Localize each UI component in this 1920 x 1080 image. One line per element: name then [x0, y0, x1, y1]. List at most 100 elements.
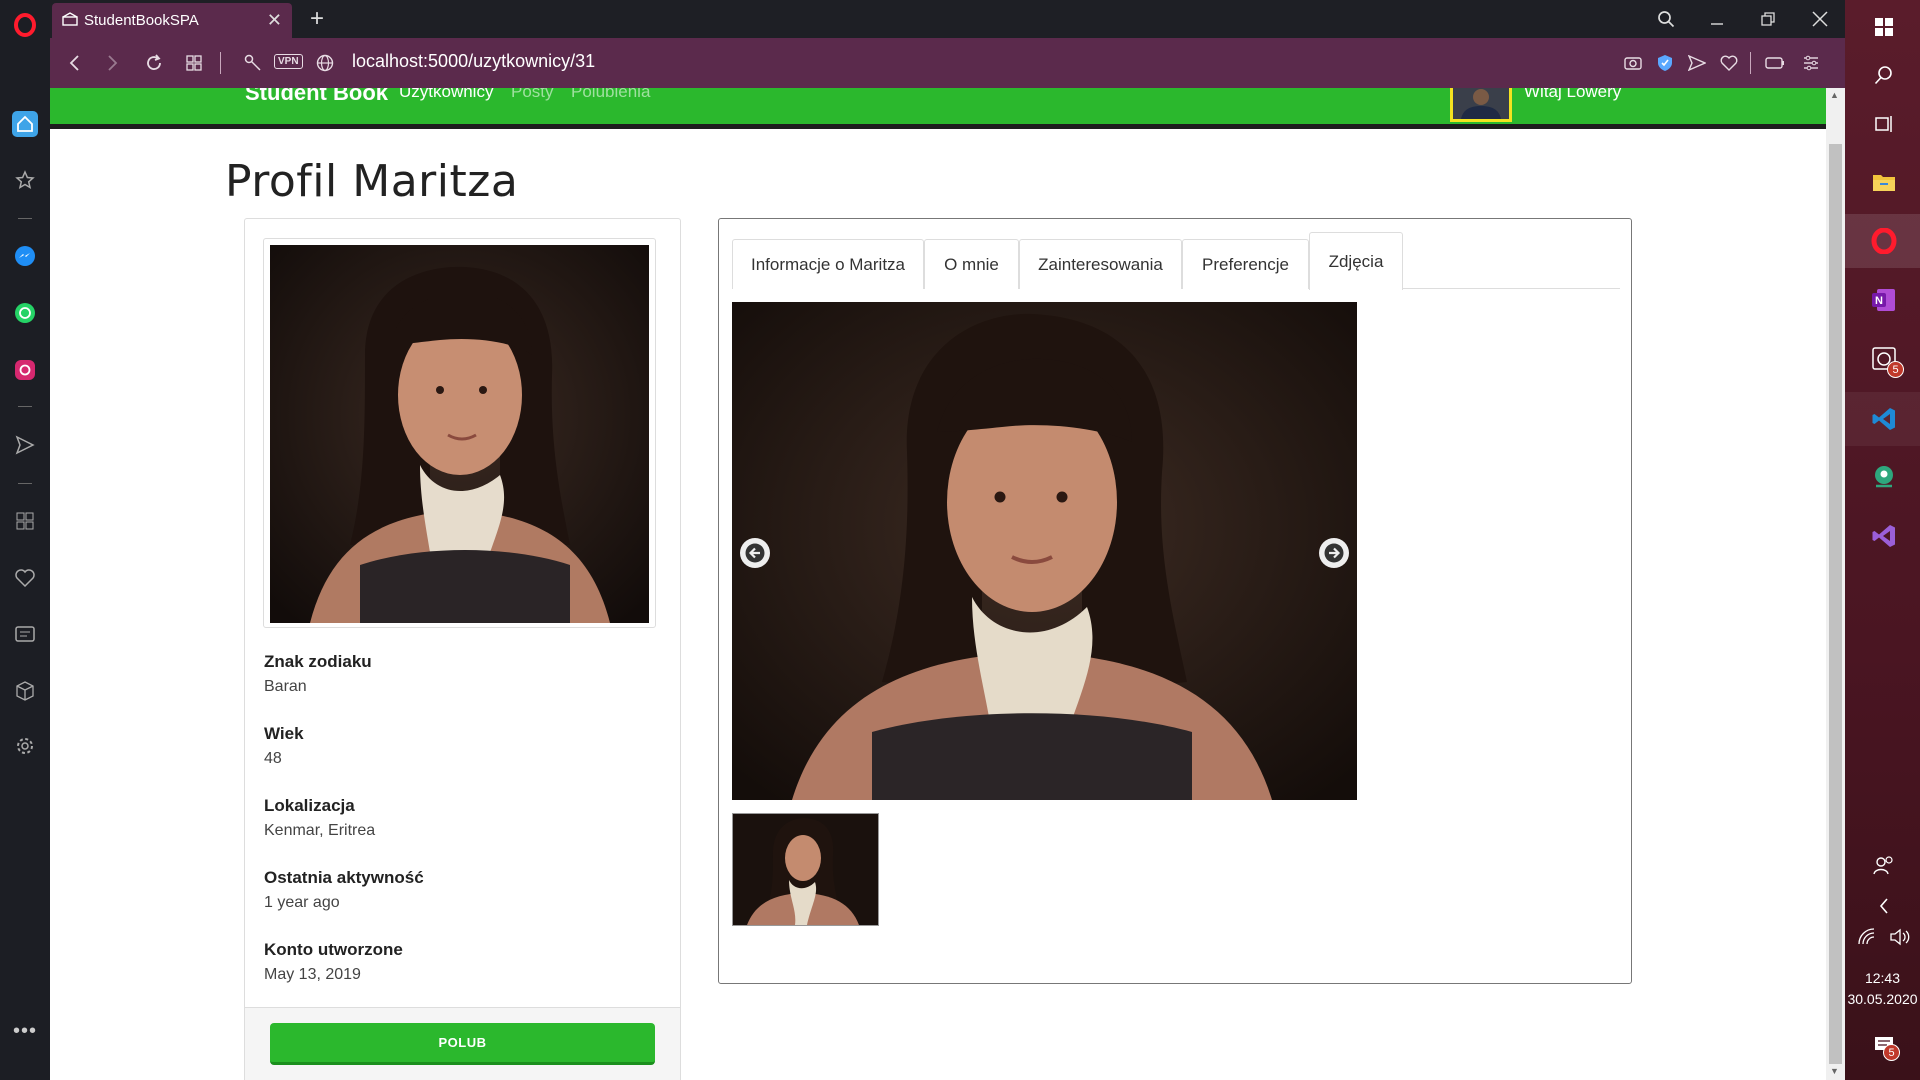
info-label: Wiek [264, 724, 304, 743]
page-scrollbar[interactable]: ▲ ▼ [1826, 88, 1845, 1080]
info-created: Konto utworzone May 13, 2019 [264, 940, 403, 984]
snapshot-camera-icon[interactable] [1620, 50, 1646, 76]
more-options-icon[interactable]: ••• [12, 1018, 38, 1044]
system-clock[interactable]: 12:43 30.05.2020 [1845, 968, 1920, 1010]
settings-gear-icon[interactable] [12, 733, 38, 759]
messenger-icon[interactable] [12, 243, 38, 269]
scrollbar-thumb[interactable] [1829, 144, 1842, 1064]
gallery-thumbnail[interactable] [732, 813, 879, 926]
page-viewport: Student Book Użytkownicy Posty Polubieni… [50, 88, 1826, 1080]
easy-setup-icon[interactable] [1798, 50, 1824, 76]
info-value: Baran [264, 678, 307, 695]
tab-search-icon[interactable] [1651, 6, 1681, 32]
welcome-text[interactable]: Witaj Lowery [1524, 88, 1621, 102]
adblock-shield-icon[interactable] [1652, 50, 1678, 76]
send-flow-icon[interactable] [12, 432, 38, 458]
notification-badge: 5 [1887, 361, 1904, 378]
news-icon[interactable] [12, 621, 38, 647]
site-favicon-icon [62, 11, 78, 30]
info-value: Kenmar, Eritrea [264, 822, 376, 839]
send-icon[interactable] [1684, 50, 1710, 76]
info-age: Wiek 48 [264, 724, 304, 768]
user-avatar[interactable] [1450, 88, 1512, 122]
battery-saver-icon[interactable] [1762, 50, 1788, 76]
action-center-icon[interactable]: 5 [1869, 1030, 1900, 1061]
timer-app-icon[interactable]: 5 [1869, 343, 1904, 378]
close-window-icon[interactable] [1805, 6, 1835, 32]
browser-tab-active[interactable]: StudentBookSPA ✕ [52, 3, 292, 38]
vpn-badge[interactable]: VPN [274, 54, 303, 69]
tab-preferences[interactable]: Preferencje [1182, 239, 1309, 289]
speed-dial-icon[interactable] [12, 111, 38, 137]
info-value: 1 year ago [264, 894, 340, 911]
gallery-prev-icon[interactable] [740, 538, 770, 568]
tab-info[interactable]: Informacje o Maritza [732, 239, 924, 289]
nav-link-likes[interactable]: Polubienia [571, 88, 650, 102]
show-hidden-icons-chevron-icon[interactable] [1869, 891, 1899, 921]
profile-card: Znak zodiaku Baran Wiek 48 Lokalizacja K… [244, 218, 681, 1080]
globe-icon[interactable] [312, 50, 338, 76]
svg-text:N: N [1875, 295, 1883, 307]
bookmarks-star-icon[interactable] [12, 167, 38, 193]
onenote-icon[interactable]: N [1869, 285, 1899, 315]
like-button[interactable]: POLUB [270, 1023, 655, 1065]
details-card: Informacje o Maritza O mnie Zainteresowa… [718, 218, 1632, 984]
info-last-active: Ostatnia aktywność 1 year ago [264, 868, 424, 912]
nav-link-posts[interactable]: Posty [511, 88, 554, 102]
tab-close-icon[interactable]: ✕ [267, 10, 282, 31]
extensions-cube-icon[interactable] [12, 678, 38, 704]
site-navbar: Student Book Użytkownicy Posty Polubieni… [50, 88, 1826, 129]
reload-icon[interactable] [141, 50, 167, 76]
forward-icon[interactable] [100, 50, 126, 76]
tab-grid-icon[interactable] [181, 50, 207, 76]
windows-search-icon[interactable] [1869, 60, 1899, 90]
tab-photos[interactable]: Zdjęcia [1309, 232, 1403, 290]
sidebar-divider [18, 406, 32, 407]
volume-icon[interactable] [1885, 922, 1915, 952]
workspaces-icon[interactable] [12, 508, 38, 534]
new-tab-plus-icon[interactable]: + [302, 5, 332, 32]
nav-link-users[interactable]: Użytkownicy [399, 88, 493, 102]
sidebar-divider [18, 218, 32, 219]
opera-taskbar-icon[interactable] [1869, 226, 1899, 256]
tab-about[interactable]: O mnie [924, 239, 1019, 289]
people-icon[interactable] [1869, 850, 1899, 880]
addr-divider [1750, 52, 1751, 74]
url-field[interactable]: localhost:5000/uzytkownicy/31 [352, 51, 595, 72]
page-title: Profil Maritza [225, 156, 519, 207]
card-footer: POLUB [245, 1007, 680, 1080]
restore-icon[interactable] [1753, 6, 1783, 32]
task-view-icon[interactable] [1869, 109, 1899, 139]
windows-taskbar: N 5 12:43 30.05.2020 5 [1845, 0, 1920, 1080]
info-location: Lokalizacja Kenmar, Eritrea [264, 796, 375, 840]
clock-date: 30.05.2020 [1847, 991, 1918, 1007]
minimize-icon[interactable] [1702, 6, 1732, 32]
info-label: Lokalizacja [264, 796, 355, 815]
tab-interests[interactable]: Zainteresowania [1019, 239, 1182, 289]
gallery-next-icon[interactable] [1319, 538, 1349, 568]
windows-start-icon[interactable] [1869, 12, 1899, 42]
bookmark-heart-icon[interactable] [1716, 50, 1742, 76]
info-label: Konto utworzone [264, 940, 403, 959]
address-bar: VPN localhost:5000/uzytkownicy/31 [50, 38, 1845, 88]
opera-sidebar: ••• [0, 0, 50, 1080]
scroll-up-icon[interactable]: ▲ [1830, 90, 1839, 100]
whatsapp-icon[interactable] [12, 300, 38, 326]
profile-tabs: Informacje o Maritza O mnie Zainteresowa… [732, 232, 1620, 290]
site-brand[interactable]: Student Book [245, 88, 388, 106]
heart-icon[interactable] [12, 565, 38, 591]
vscode-icon[interactable] [1869, 404, 1899, 434]
key-icon[interactable] [240, 50, 266, 76]
scroll-down-icon[interactable]: ▼ [1830, 1066, 1839, 1076]
addr-divider [220, 52, 221, 74]
network-wifi-icon[interactable] [1853, 922, 1883, 952]
back-icon[interactable] [61, 50, 87, 76]
browser-tab-strip: StudentBookSPA ✕ + [50, 0, 1845, 38]
opera-logo-icon[interactable] [12, 12, 38, 38]
maps-pin-icon[interactable] [1869, 462, 1899, 492]
instagram-icon[interactable] [12, 357, 38, 383]
visual-studio-icon[interactable] [1869, 521, 1899, 551]
clock-time: 12:43 [1864, 970, 1901, 986]
gallery-main-image[interactable] [732, 302, 1357, 800]
file-explorer-icon[interactable] [1869, 167, 1899, 197]
